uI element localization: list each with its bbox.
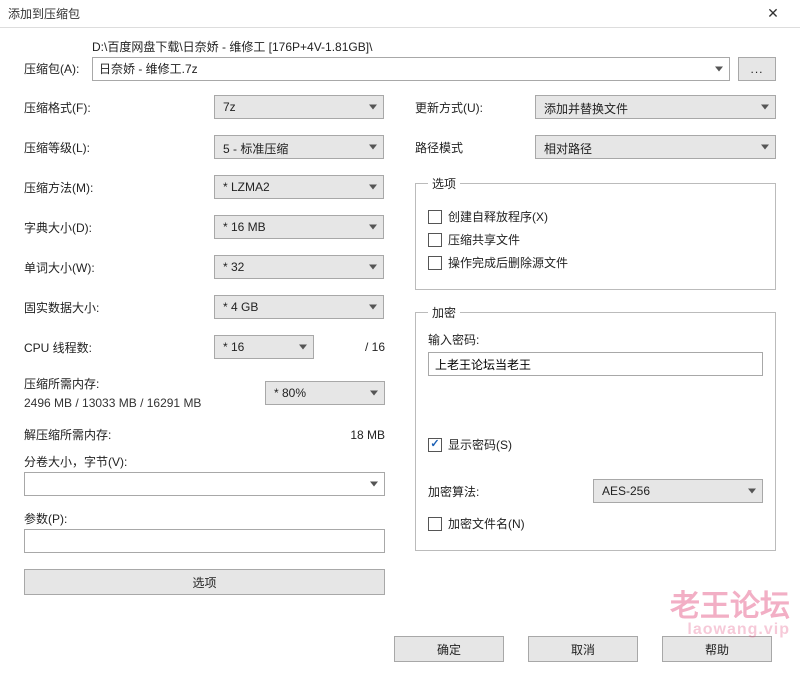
format-label: 压缩格式(F): xyxy=(24,99,214,116)
password-label: 输入密码: xyxy=(428,331,763,348)
close-icon[interactable]: ✕ xyxy=(752,2,794,26)
method-select[interactable]: * LZMA2 xyxy=(214,175,384,199)
cpu-total: / 16 xyxy=(365,340,385,354)
volume-label: 分卷大小，字节(V): xyxy=(24,453,385,470)
encrypt-names-label: 加密文件名(N) xyxy=(448,515,525,532)
archive-name-combo[interactable]: 日奈娇 - 维修工.7z xyxy=(92,57,730,81)
encrypt-names-checkbox[interactable] xyxy=(428,517,442,531)
level-select[interactable]: 5 - 标准压缩 xyxy=(214,135,384,159)
shared-label: 压缩共享文件 xyxy=(448,231,520,248)
window-title: 添加到压缩包 xyxy=(8,5,752,22)
watermark: 老王论坛 laowang.vip xyxy=(670,592,790,638)
enc-algo-select[interactable]: AES-256 xyxy=(593,479,763,503)
update-select[interactable]: 添加并替换文件 xyxy=(535,95,776,119)
level-label: 压缩等级(L): xyxy=(24,139,214,156)
cpu-label: CPU 线程数: xyxy=(24,339,214,356)
shared-checkbox[interactable] xyxy=(428,233,442,247)
word-select[interactable]: * 32 xyxy=(214,255,384,279)
archive-dir: D:\百度网盘下载\日奈娇 - 维修工 [176P+4V-1.81GB]\ xyxy=(92,38,730,55)
show-password-label: 显示密码(S) xyxy=(448,436,512,453)
sfx-checkbox[interactable] xyxy=(428,210,442,224)
volume-combo[interactable] xyxy=(24,472,385,496)
word-label: 单词大小(W): xyxy=(24,259,214,276)
mem-decomp-label: 解压缩所需内存: xyxy=(24,426,214,443)
delete-label: 操作完成后删除源文件 xyxy=(448,254,568,271)
archive-label: 压缩包(A): xyxy=(24,42,84,77)
enc-algo-label: 加密算法: xyxy=(428,483,583,500)
mem-comp-value: 2496 MB / 13033 MB / 16291 MB xyxy=(24,396,214,410)
pathmode-label: 路径模式 xyxy=(415,139,535,156)
password-input[interactable] xyxy=(428,352,763,376)
encrypt-group: 加密 输入密码: 显示密码(S) 加密算法: AES-256 加密文件名(N) xyxy=(415,304,776,551)
update-label: 更新方式(U): xyxy=(415,99,535,116)
options-button[interactable]: 选项 xyxy=(24,569,385,595)
cpu-select[interactable]: * 16 xyxy=(214,335,314,359)
delete-checkbox[interactable] xyxy=(428,256,442,270)
solid-select[interactable]: * 4 GB xyxy=(214,295,384,319)
sfx-label: 创建自释放程序(X) xyxy=(448,208,548,225)
browse-button[interactable]: ... xyxy=(738,57,776,81)
format-select[interactable]: 7z xyxy=(214,95,384,119)
mem-decomp-value: 18 MB xyxy=(214,428,385,442)
params-label: 参数(P): xyxy=(24,510,385,527)
titlebar: 添加到压缩包 ✕ xyxy=(0,0,800,28)
archive-name-value: 日奈娇 - 维修工.7z xyxy=(99,62,198,76)
dict-label: 字典大小(D): xyxy=(24,219,214,236)
cancel-button[interactable]: 取消 xyxy=(528,636,638,662)
mem-comp-select[interactable]: * 80% xyxy=(265,381,385,405)
show-password-checkbox[interactable] xyxy=(428,438,442,452)
dict-select[interactable]: * 16 MB xyxy=(214,215,384,239)
pathmode-select[interactable]: 相对路径 xyxy=(535,135,776,159)
help-button[interactable]: 帮助 xyxy=(662,636,772,662)
params-input[interactable] xyxy=(24,529,385,553)
options-group: 选项 创建自释放程序(X) 压缩共享文件 操作完成后删除源文件 xyxy=(415,175,776,290)
solid-label: 固实数据大小: xyxy=(24,299,214,316)
options-legend: 选项 xyxy=(428,175,460,192)
method-label: 压缩方法(M): xyxy=(24,179,214,196)
mem-comp-label: 压缩所需内存: xyxy=(24,375,214,392)
ok-button[interactable]: 确定 xyxy=(394,636,504,662)
encrypt-legend: 加密 xyxy=(428,304,460,321)
